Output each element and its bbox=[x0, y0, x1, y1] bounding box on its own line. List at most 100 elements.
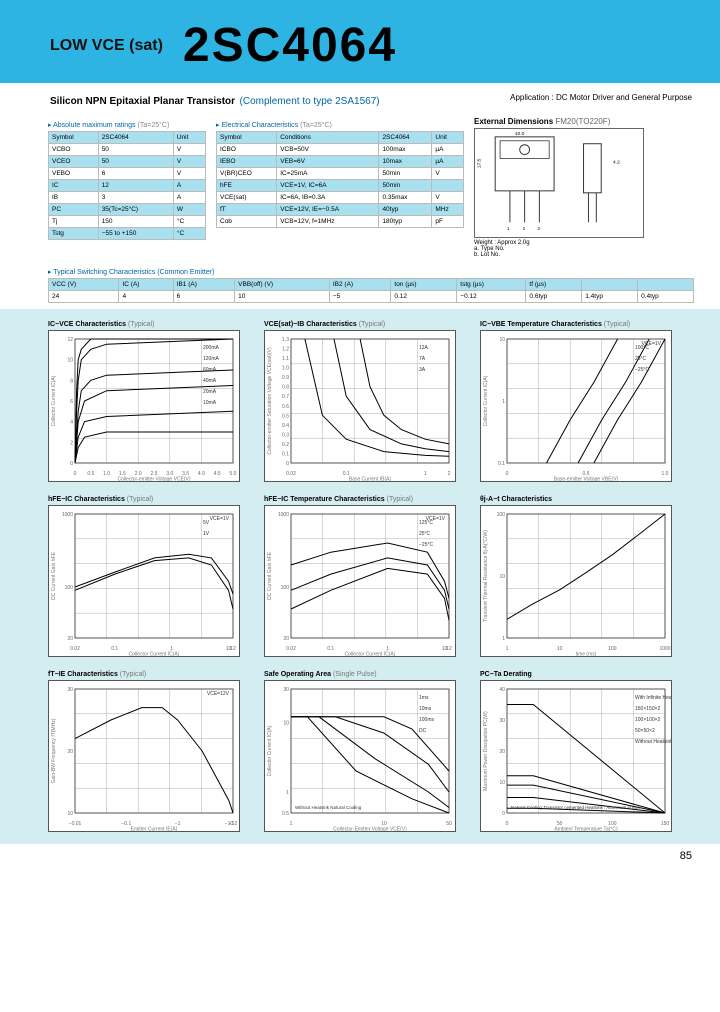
svg-text:2: 2 bbox=[70, 440, 73, 446]
chart-box: 00.51.00.1110100°C25°C−25°CVCE=1VBase-em… bbox=[480, 330, 672, 482]
svg-text:1: 1 bbox=[290, 821, 293, 827]
chart: hFE−IC Characteristics (Typical) 0.02 0.1 1… bbox=[48, 496, 248, 657]
svg-text:Emitter Current IE(A): Emitter Current IE(A) bbox=[131, 827, 178, 832]
svg-text:5.0: 5.0 bbox=[230, 471, 237, 477]
chart-box: 110500.5110301ms10ms100msDCWithout Heats… bbox=[264, 680, 456, 832]
svg-text:1000: 1000 bbox=[659, 646, 670, 652]
chart-title: fT−IE Characteristics (Typical) bbox=[48, 671, 248, 678]
svg-text:2: 2 bbox=[448, 471, 451, 477]
svg-text:30: 30 bbox=[67, 687, 73, 693]
svg-text:Collector Current IC(A): Collector Current IC(A) bbox=[267, 725, 273, 776]
chart-grid: IC−VCE Characteristics (Typical) 0 0.5 1.0 1… bbox=[48, 321, 694, 832]
chart-box: 1101001000110100time (ms)Transient Therm… bbox=[480, 505, 672, 657]
svg-text:40: 40 bbox=[499, 687, 505, 693]
tables-row: ▸ Absolute maximum ratings (Ta=25°C) Sym… bbox=[0, 113, 720, 262]
chart: PC−Ta Derating 050100150010203040With In… bbox=[480, 671, 680, 832]
svg-text:Without Heatsink: Without Heatsink bbox=[635, 739, 671, 745]
svg-text:0.02: 0.02 bbox=[70, 646, 80, 652]
svg-text:Transient Thermal Resistance θ: Transient Thermal Resistance θj-A(°C/W) bbox=[483, 530, 489, 622]
svg-text:Collector-emitter Saturation V: Collector-emitter Saturation Voltage VCE… bbox=[267, 347, 273, 455]
subtitle-row: Application : DC Motor Driver and Genera… bbox=[0, 83, 720, 113]
table-header: Conditions bbox=[277, 132, 379, 144]
chart: θj-A−t Characteristics 1101001000110100t… bbox=[480, 496, 680, 657]
svg-text:0.8: 0.8 bbox=[282, 385, 289, 391]
charts-band: IC−VCE Characteristics (Typical) 0 0.5 1.0 1… bbox=[0, 309, 720, 844]
svg-text:12A: 12A bbox=[419, 345, 429, 351]
svg-text:1.1: 1.1 bbox=[282, 356, 289, 362]
svg-text:100: 100 bbox=[608, 646, 617, 652]
svg-text:0.02: 0.02 bbox=[286, 646, 296, 652]
svg-text:30: 30 bbox=[499, 718, 505, 724]
svg-text:6: 6 bbox=[70, 399, 73, 405]
part-number: 2SC4064 bbox=[183, 18, 397, 73]
svg-text:0: 0 bbox=[506, 821, 509, 827]
svg-text:200mA: 200mA bbox=[203, 345, 220, 351]
chart-title: IC−VCE Characteristics (Typical) bbox=[48, 321, 248, 328]
chart-title: PC−Ta Derating bbox=[480, 671, 680, 678]
svg-text:0.5: 0.5 bbox=[87, 471, 94, 477]
svg-text:0: 0 bbox=[286, 461, 289, 467]
switching-table: VCC (V)IC (A)IB1 (A)VBB(off) (V)IB2 (A)t… bbox=[48, 278, 694, 303]
chart: Safe Operating Area (Single Pulse)110500… bbox=[264, 671, 464, 832]
svg-text:50: 50 bbox=[446, 821, 452, 827]
table-header: Unit bbox=[173, 132, 205, 144]
svg-text:VCE=1V: VCE=1V bbox=[210, 516, 230, 522]
table-row: fTVCE=12V, IE=−0.5A40typMHz bbox=[217, 204, 464, 216]
svg-text:0.1: 0.1 bbox=[282, 451, 289, 457]
complement-note: (Complement to type 2SA1567) bbox=[240, 96, 380, 107]
chart: IC−VBE Temperature Characteristics (Typi… bbox=[480, 321, 680, 482]
table-header: 2SC4064 bbox=[379, 132, 432, 144]
chart-title: hFE−IC Characteristics (Typical) bbox=[48, 496, 248, 503]
table-row: IB3A bbox=[49, 192, 206, 204]
svg-text:1: 1 bbox=[424, 471, 427, 477]
svg-text:1.3: 1.3 bbox=[282, 337, 289, 343]
abs-max-table: Symbol2SC4064UnitVCBO50VVCEO50VVEBO6VIC1… bbox=[48, 131, 206, 240]
svg-text:100ms: 100ms bbox=[419, 717, 435, 723]
svg-text:0.1: 0.1 bbox=[111, 646, 118, 652]
svg-text:0.6: 0.6 bbox=[282, 404, 289, 410]
svg-text:30: 30 bbox=[283, 687, 289, 693]
svg-text:12: 12 bbox=[230, 646, 236, 652]
svg-text:7A: 7A bbox=[419, 356, 426, 362]
table-row: VCE(sat)IC=6A, IB=0.3A0.35maxV bbox=[217, 192, 464, 204]
svg-text:Collector Current IC(A): Collector Current IC(A) bbox=[51, 375, 57, 426]
svg-text:−25°C: −25°C bbox=[419, 542, 433, 548]
chart-box: 00.51.01.52.02.53.03.54.04.55.0024681012… bbox=[48, 330, 240, 482]
svg-text:40mA: 40mA bbox=[203, 378, 217, 384]
svg-text:Collector-Emitter Voltage VCE(: Collector-Emitter Voltage VCE(V) bbox=[333, 827, 407, 832]
svg-text:10mA: 10mA bbox=[203, 400, 217, 406]
abs-max-title: ▸ Absolute maximum ratings (Ta=25°C) bbox=[48, 121, 206, 129]
svg-text:DC Current Gain hFE: DC Current Gain hFE bbox=[51, 551, 57, 599]
svg-text:100: 100 bbox=[281, 585, 290, 591]
svg-text:20mA: 20mA bbox=[203, 389, 217, 395]
svg-text:1.0: 1.0 bbox=[103, 471, 110, 477]
table-row: PC35(Tc=25°C)W bbox=[49, 204, 206, 216]
svg-text:DC Current Gain hFE: DC Current Gain hFE bbox=[267, 551, 273, 599]
svg-text:0.1: 0.1 bbox=[327, 646, 334, 652]
svg-text:0.4: 0.4 bbox=[282, 423, 289, 429]
svg-text:1000: 1000 bbox=[62, 512, 73, 518]
svg-text:4: 4 bbox=[70, 420, 73, 426]
table-row: hFEVCE=1V, IC=6A50min bbox=[217, 180, 464, 192]
svg-text:8: 8 bbox=[70, 378, 73, 384]
svg-text:1.0: 1.0 bbox=[662, 471, 669, 477]
datasheet-page: LOW VCE (sat) 2SC4064 Application : DC M… bbox=[0, 0, 720, 868]
svg-text:Gain-BW Frequency fT(MHz): Gain-BW Frequency fT(MHz) bbox=[51, 718, 57, 783]
svg-text:50×50×2: 50×50×2 bbox=[635, 728, 655, 734]
svg-text:1.2: 1.2 bbox=[282, 347, 289, 353]
chart-title: hFE−IC Temperature Characteristics (Typi… bbox=[264, 496, 464, 503]
svg-text:Collector Current IC(A): Collector Current IC(A) bbox=[483, 375, 489, 426]
svg-text:100: 100 bbox=[65, 585, 74, 591]
svg-text:10: 10 bbox=[67, 358, 73, 364]
application-text: Application : DC Motor Driver and Genera… bbox=[510, 93, 692, 102]
svg-text:1: 1 bbox=[502, 399, 505, 405]
table-header: Symbol bbox=[49, 132, 99, 144]
chart-title: Safe Operating Area (Single Pulse) bbox=[264, 671, 464, 678]
svg-text:1: 1 bbox=[506, 646, 509, 652]
chart: IC−VCE Characteristics (Typical)00.51.01… bbox=[48, 321, 248, 482]
package-notes: Weight : Approx 2.0g a. Type No. b. Lot … bbox=[474, 240, 694, 258]
svg-text:3: 3 bbox=[537, 226, 540, 231]
chart: hFE−IC Temperature Characteristics (Typi… bbox=[264, 496, 464, 657]
svg-text:0: 0 bbox=[506, 471, 509, 477]
table-row: CobVCB=12V, f=1MHz180typpF bbox=[217, 216, 464, 228]
